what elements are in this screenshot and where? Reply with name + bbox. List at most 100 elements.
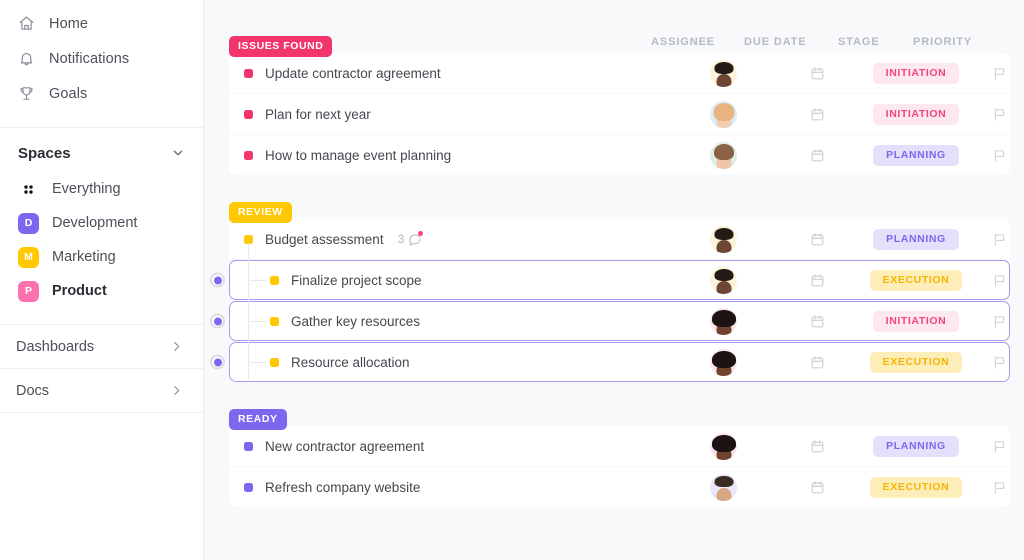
priority-cell[interactable] bbox=[968, 355, 1009, 370]
stage-badge[interactable]: PLANNING bbox=[873, 228, 959, 250]
assignee-cell[interactable] bbox=[677, 473, 770, 501]
priority-cell[interactable] bbox=[968, 66, 1009, 81]
flag-icon[interactable] bbox=[992, 439, 1007, 454]
calendar-icon[interactable] bbox=[810, 148, 825, 163]
stage-cell[interactable]: PLANNING bbox=[864, 144, 968, 166]
avatar[interactable] bbox=[710, 225, 737, 253]
priority-cell[interactable] bbox=[968, 480, 1009, 495]
priority-cell[interactable] bbox=[968, 273, 1009, 288]
avatar[interactable] bbox=[710, 59, 737, 87]
table-row[interactable]: New contractor agreement PLANNING bbox=[229, 426, 1010, 466]
sidebar-section-docs[interactable]: Docs bbox=[0, 368, 203, 412]
sidebar-item-notifications[interactable]: Notifications bbox=[0, 41, 203, 76]
assignee-cell[interactable] bbox=[677, 432, 770, 460]
stage-cell[interactable]: PLANNING bbox=[864, 228, 968, 250]
due-date-cell[interactable] bbox=[770, 480, 864, 495]
calendar-icon[interactable] bbox=[810, 355, 825, 370]
sidebar-item-goals[interactable]: Goals bbox=[0, 76, 203, 111]
priority-cell[interactable] bbox=[968, 148, 1009, 163]
assignee-cell[interactable] bbox=[677, 59, 770, 87]
sidebar-space-product[interactable]: P Product bbox=[0, 274, 203, 308]
calendar-icon[interactable] bbox=[810, 480, 825, 495]
group-status-badge[interactable]: REVIEW bbox=[229, 202, 292, 223]
chevron-down-icon[interactable] bbox=[171, 146, 185, 160]
task-name-cell[interactable]: Gather key resources bbox=[230, 314, 677, 329]
table-row[interactable]: Plan for next year INITIATION bbox=[229, 94, 1010, 134]
due-date-cell[interactable] bbox=[770, 148, 864, 163]
assignee-cell[interactable] bbox=[677, 348, 770, 376]
table-row[interactable]: Budget assessment 3 PLANNING bbox=[229, 219, 1010, 259]
avatar[interactable] bbox=[710, 473, 737, 501]
stage-cell[interactable]: INITIATION bbox=[864, 310, 968, 332]
sidebar-space-everything[interactable]: Everything bbox=[0, 172, 203, 206]
calendar-icon[interactable] bbox=[810, 232, 825, 247]
sidebar-space-marketing[interactable]: M Marketing bbox=[0, 240, 203, 274]
task-name-cell[interactable]: Update contractor agreement bbox=[230, 66, 677, 81]
table-row[interactable]: Update contractor agreement INITIATION bbox=[229, 53, 1010, 93]
group-status-badge[interactable]: ISSUES FOUND bbox=[229, 36, 333, 57]
flag-icon[interactable] bbox=[992, 480, 1007, 495]
avatar[interactable] bbox=[710, 141, 737, 169]
table-row[interactable]: How to manage event planning PLANNING bbox=[229, 135, 1010, 175]
table-row[interactable]: Gather key resources INITIATION bbox=[210, 301, 1010, 341]
avatar[interactable] bbox=[710, 307, 737, 335]
stage-badge[interactable]: EXECUTION bbox=[869, 476, 963, 498]
priority-cell[interactable] bbox=[968, 232, 1009, 247]
task-name-cell[interactable]: Budget assessment 3 bbox=[230, 231, 677, 247]
due-date-cell[interactable] bbox=[770, 66, 864, 81]
flag-icon[interactable] bbox=[992, 107, 1007, 122]
priority-cell[interactable] bbox=[968, 439, 1009, 454]
comment-count-chip[interactable]: 3 bbox=[398, 231, 424, 246]
avatar[interactable] bbox=[710, 432, 737, 460]
avatar[interactable] bbox=[710, 100, 737, 128]
stage-badge[interactable]: PLANNING bbox=[873, 435, 959, 457]
chevron-right-icon[interactable] bbox=[170, 340, 183, 353]
group-status-badge[interactable]: READY bbox=[229, 409, 287, 430]
stage-cell[interactable]: EXECUTION bbox=[864, 351, 968, 373]
task-name-cell[interactable]: Plan for next year bbox=[230, 107, 677, 122]
priority-cell[interactable] bbox=[968, 107, 1009, 122]
calendar-icon[interactable] bbox=[810, 66, 825, 81]
stage-cell[interactable]: EXECUTION bbox=[864, 269, 968, 291]
assignee-cell[interactable] bbox=[677, 225, 770, 253]
row-select-indicator[interactable] bbox=[210, 272, 225, 288]
stage-badge[interactable]: EXECUTION bbox=[869, 351, 963, 373]
task-name-cell[interactable]: Resource allocation bbox=[230, 355, 677, 370]
stage-cell[interactable]: INITIATION bbox=[864, 103, 968, 125]
flag-icon[interactable] bbox=[992, 314, 1007, 329]
row-select-indicator[interactable] bbox=[210, 313, 225, 329]
stage-badge[interactable]: INITIATION bbox=[872, 310, 960, 332]
spaces-header[interactable]: Spaces bbox=[0, 134, 203, 172]
table-row[interactable]: Resource allocation EXECUTION bbox=[210, 342, 1010, 382]
calendar-icon[interactable] bbox=[810, 107, 825, 122]
priority-cell[interactable] bbox=[968, 314, 1009, 329]
stage-cell[interactable]: PLANNING bbox=[864, 435, 968, 457]
assignee-cell[interactable] bbox=[677, 141, 770, 169]
flag-icon[interactable] bbox=[992, 232, 1007, 247]
assignee-cell[interactable] bbox=[677, 307, 770, 335]
avatar[interactable] bbox=[710, 266, 737, 294]
due-date-cell[interactable] bbox=[770, 107, 864, 122]
calendar-icon[interactable] bbox=[810, 314, 825, 329]
sidebar-item-home[interactable]: Home bbox=[0, 6, 203, 41]
due-date-cell[interactable] bbox=[770, 273, 864, 288]
stage-badge[interactable]: INITIATION bbox=[872, 103, 960, 125]
due-date-cell[interactable] bbox=[770, 439, 864, 454]
task-name-cell[interactable]: Refresh company website bbox=[230, 480, 677, 495]
table-row[interactable]: Refresh company website EXECUTION bbox=[229, 467, 1010, 507]
stage-badge[interactable]: PLANNING bbox=[873, 144, 959, 166]
table-row[interactable]: Finalize project scope EXECUTION bbox=[210, 260, 1010, 300]
task-name-cell[interactable]: Finalize project scope bbox=[230, 273, 677, 288]
flag-icon[interactable] bbox=[992, 148, 1007, 163]
sidebar-section-dashboards[interactable]: Dashboards bbox=[0, 324, 203, 368]
calendar-icon[interactable] bbox=[810, 439, 825, 454]
due-date-cell[interactable] bbox=[770, 232, 864, 247]
assignee-cell[interactable] bbox=[677, 266, 770, 294]
flag-icon[interactable] bbox=[992, 66, 1007, 81]
task-name-cell[interactable]: New contractor agreement bbox=[230, 439, 677, 454]
flag-icon[interactable] bbox=[992, 355, 1007, 370]
stage-badge[interactable]: EXECUTION bbox=[869, 269, 963, 291]
stage-cell[interactable]: EXECUTION bbox=[864, 476, 968, 498]
avatar[interactable] bbox=[710, 348, 737, 376]
flag-icon[interactable] bbox=[992, 273, 1007, 288]
